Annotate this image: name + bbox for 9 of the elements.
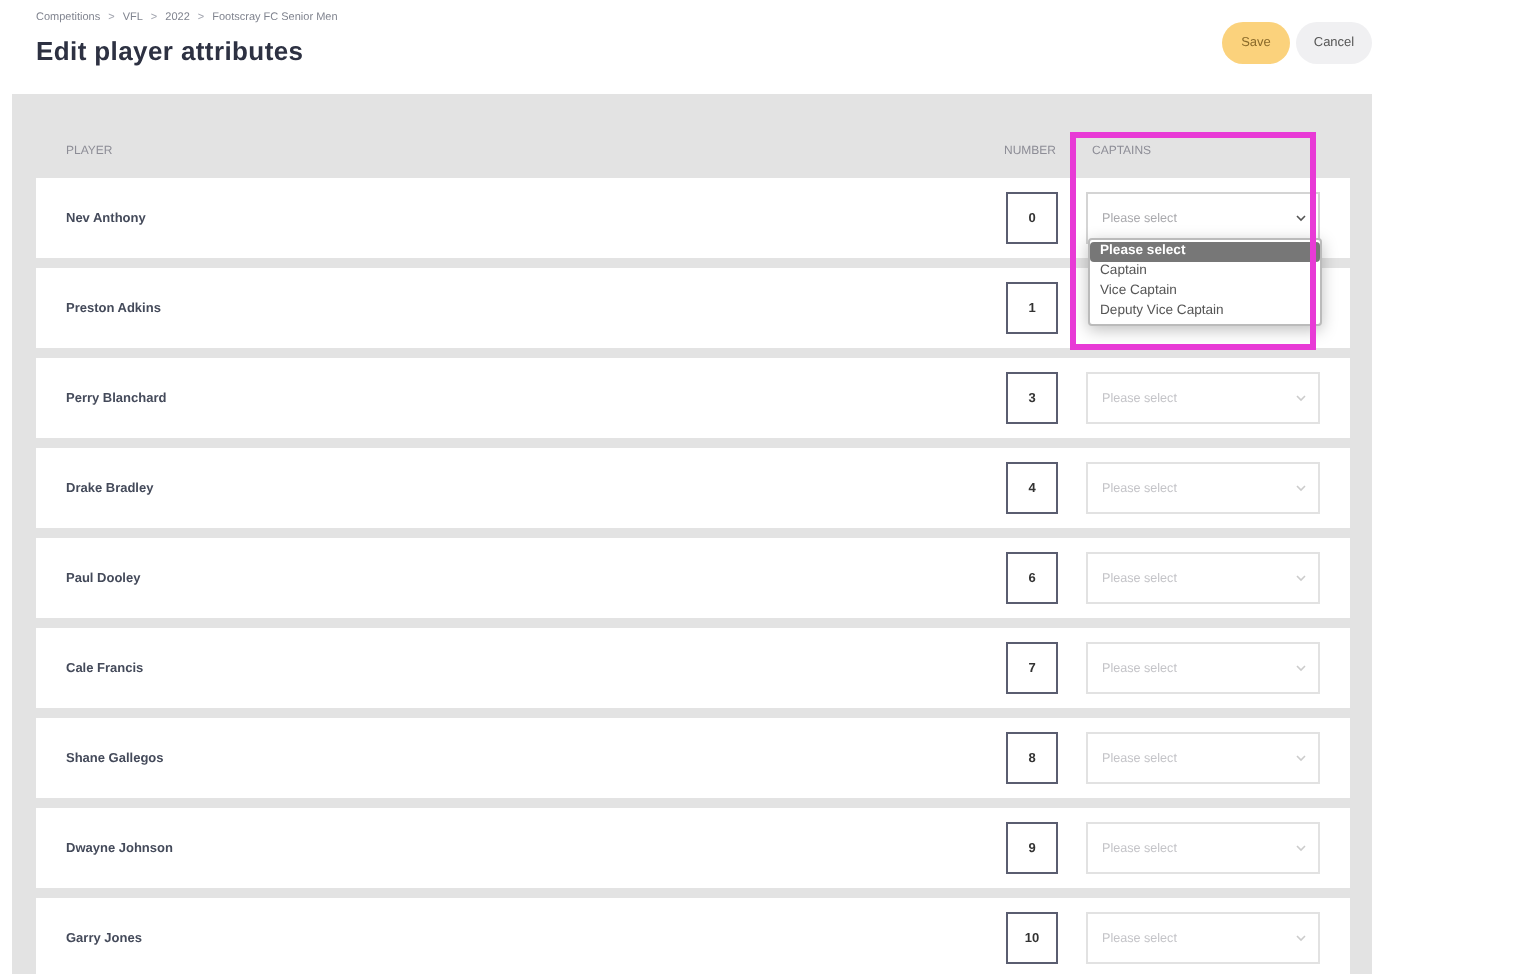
chevron-down-icon bbox=[1296, 844, 1306, 852]
chevron-down-icon bbox=[1296, 484, 1306, 492]
chevron-down-icon bbox=[1296, 574, 1306, 582]
page-title: Edit player attributes bbox=[36, 36, 306, 66]
chevron-down-icon bbox=[1296, 664, 1306, 672]
chevron-down-icon bbox=[1296, 934, 1306, 942]
chevron-down-icon bbox=[1296, 214, 1306, 222]
chevron-down-icon bbox=[1296, 754, 1306, 762]
chevron-down-icon bbox=[1296, 394, 1306, 402]
